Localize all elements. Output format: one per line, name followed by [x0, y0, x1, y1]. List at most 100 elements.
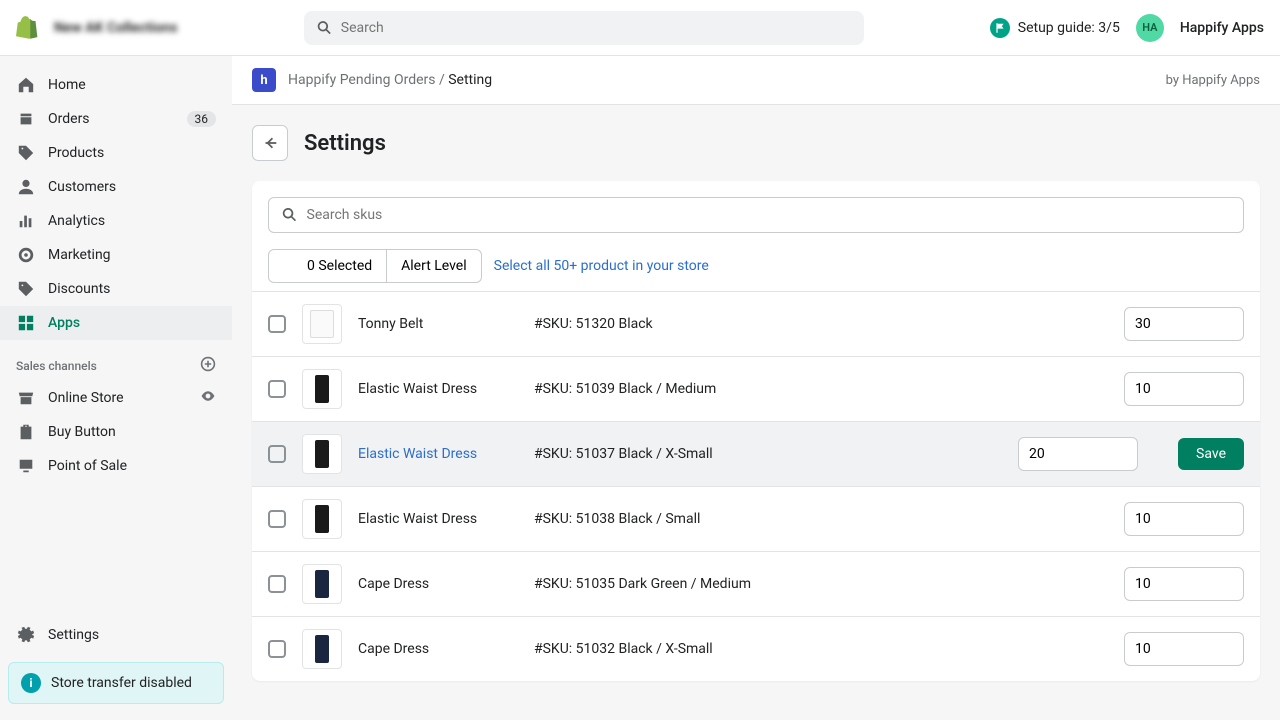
product-sku: #SKU: 51035 Dark Green / Medium: [534, 576, 1108, 592]
row-checkbox[interactable]: [268, 445, 286, 463]
selected-count-button[interactable]: 0 Selected: [268, 249, 387, 283]
product-name: Tonny Belt: [358, 316, 518, 332]
avatar[interactable]: HA: [1136, 14, 1164, 42]
sidebar-item-discounts[interactable]: Discounts: [0, 272, 232, 306]
products-icon: [16, 143, 36, 163]
sidebar-item-orders[interactable]: Orders 36: [0, 102, 232, 136]
product-row: Elastic Waist Dress #SKU: 51039 Black / …: [252, 356, 1260, 421]
global-search[interactable]: [304, 11, 864, 45]
sku-search-input[interactable]: [307, 207, 1231, 223]
main-content: h Happify Pending Orders / Setting by Ha…: [232, 56, 1280, 720]
product-sku: #SKU: 51037 Black / X-Small: [534, 446, 1002, 462]
product-sku: #SKU: 51039 Black / Medium: [534, 381, 1108, 397]
add-channel-button[interactable]: [200, 356, 216, 375]
sidebar-item-apps[interactable]: Apps: [0, 306, 232, 340]
sku-search[interactable]: [268, 197, 1244, 233]
product-name: Elastic Waist Dress: [358, 381, 518, 397]
pos-icon: [16, 456, 36, 476]
alert-level-button[interactable]: Alert Level: [387, 249, 482, 283]
preview-icon[interactable]: [200, 388, 216, 408]
search-icon: [281, 206, 299, 224]
back-button[interactable]: [252, 125, 288, 161]
channel-pos[interactable]: Point of Sale: [0, 449, 232, 483]
quantity-input[interactable]: [1124, 502, 1244, 536]
product-name: Cape Dress: [358, 576, 518, 592]
sidebar-item-label: Home: [48, 77, 86, 93]
notice-banner: i Store transfer disabled: [8, 662, 224, 704]
buy-button-icon: [16, 422, 36, 442]
product-sku: #SKU: 51038 Black / Small: [534, 511, 1108, 527]
select-all-checkbox[interactable]: [283, 258, 299, 274]
quantity-input[interactable]: [1124, 307, 1244, 341]
setup-guide-label: Setup guide: 3/5: [1018, 20, 1120, 36]
search-input[interactable]: [341, 20, 852, 36]
quantity-input[interactable]: [1124, 632, 1244, 666]
quantity-input[interactable]: [1124, 372, 1244, 406]
sidebar-item-label: Orders: [48, 111, 90, 127]
product-thumbnail: [302, 629, 342, 669]
home-icon: [16, 75, 36, 95]
product-thumbnail: [302, 564, 342, 604]
product-name: Cape Dress: [358, 641, 518, 657]
discounts-icon: [16, 279, 36, 299]
product-row: Elastic Waist Dress #SKU: 51037 Black / …: [252, 421, 1260, 486]
marketing-icon: [16, 245, 36, 265]
orders-badge: 36: [187, 111, 217, 127]
channel-buy-button[interactable]: Buy Button: [0, 415, 232, 449]
settings-label: Settings: [48, 627, 99, 643]
product-thumbnail: [302, 369, 342, 409]
product-row: Cape Dress #SKU: 51032 Black / X-Small: [252, 616, 1260, 681]
user-display-name[interactable]: Happify Apps: [1180, 20, 1264, 36]
product-row: Cape Dress #SKU: 51035 Dark Green / Medi…: [252, 551, 1260, 616]
row-checkbox[interactable]: [268, 380, 286, 398]
breadcrumb-app[interactable]: Happify Pending Orders: [288, 72, 436, 88]
sidebar-item-label: Analytics: [48, 213, 105, 229]
product-sku: #SKU: 51032 Black / X-Small: [534, 641, 1108, 657]
store-name: New AK Collections: [54, 20, 177, 36]
sidebar-item-marketing[interactable]: Marketing: [0, 238, 232, 272]
quantity-input[interactable]: [1124, 567, 1244, 601]
app-icon: h: [252, 68, 276, 92]
select-all-link[interactable]: Select all 50+ product in your store: [494, 258, 709, 274]
page-title: Settings: [304, 131, 386, 156]
analytics-icon: [16, 211, 36, 231]
channel-label: Online Store: [48, 390, 124, 406]
breadcrumb: Happify Pending Orders / Setting: [288, 72, 492, 88]
sidebar-item-home[interactable]: Home: [0, 68, 232, 102]
flag-icon: [990, 18, 1010, 38]
sidebar-item-label: Customers: [48, 179, 116, 195]
sidebar-item-label: Discounts: [48, 281, 110, 297]
orders-icon: [16, 109, 36, 129]
sidebar-item-settings[interactable]: Settings: [0, 618, 232, 652]
quantity-input[interactable]: [1018, 437, 1138, 471]
channel-label: Point of Sale: [48, 458, 127, 474]
row-checkbox[interactable]: [268, 510, 286, 528]
topbar: New AK Collections Setup guide: 3/5 HA H…: [0, 0, 1280, 56]
channel-online-store[interactable]: Online Store: [0, 381, 232, 415]
product-thumbnail: [302, 434, 342, 474]
gear-icon: [16, 625, 36, 645]
apps-icon: [16, 313, 36, 333]
sidebar-item-products[interactable]: Products: [0, 136, 232, 170]
product-thumbnail: [302, 499, 342, 539]
sidebar-item-analytics[interactable]: Analytics: [0, 204, 232, 238]
store-icon: [16, 388, 36, 408]
product-name: Elastic Waist Dress: [358, 511, 518, 527]
product-name[interactable]: Elastic Waist Dress: [358, 446, 518, 462]
sidebar: Home Orders 36 Products Customers Analyt…: [0, 56, 232, 720]
sidebar-item-label: Marketing: [48, 247, 111, 263]
shopify-logo-icon: [16, 16, 38, 40]
product-thumbnail: [302, 304, 342, 344]
app-header: h Happify Pending Orders / Setting by Ha…: [232, 56, 1280, 105]
customers-icon: [16, 177, 36, 197]
save-button[interactable]: Save: [1178, 438, 1244, 470]
setup-guide[interactable]: Setup guide: 3/5: [990, 18, 1120, 38]
search-icon: [316, 19, 333, 37]
sidebar-item-customers[interactable]: Customers: [0, 170, 232, 204]
row-checkbox[interactable]: [268, 575, 286, 593]
sidebar-item-label: Apps: [48, 315, 80, 331]
product-row: Elastic Waist Dress #SKU: 51038 Black / …: [252, 486, 1260, 551]
row-checkbox[interactable]: [268, 640, 286, 658]
row-checkbox[interactable]: [268, 315, 286, 333]
app-attribution: by Happify Apps: [1166, 73, 1260, 88]
